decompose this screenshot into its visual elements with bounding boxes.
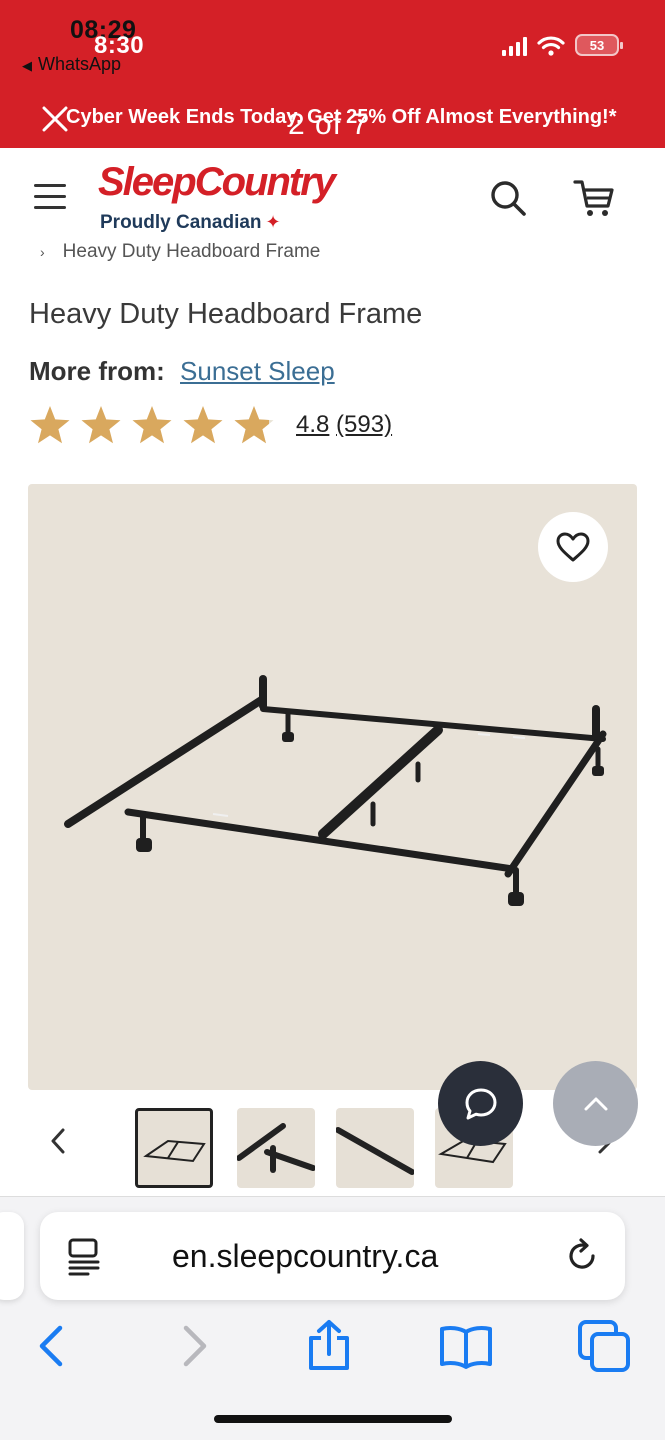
rating-value[interactable]: 4.8 bbox=[296, 411, 329, 438]
back-to-app-link[interactable]: ◀ WhatsApp bbox=[22, 54, 121, 75]
logo-tagline: Proudly Canadian ✦ bbox=[100, 212, 281, 234]
back-icon[interactable] bbox=[24, 1318, 80, 1374]
gallery-thumbnail[interactable] bbox=[135, 1108, 213, 1188]
maple-leaf-icon: ✦ bbox=[265, 212, 281, 232]
bookmarks-icon[interactable] bbox=[438, 1318, 494, 1374]
review-count[interactable]: (593) bbox=[336, 411, 392, 438]
reload-icon[interactable] bbox=[564, 1236, 600, 1274]
product-title: Heavy Duty Headboard Frame bbox=[29, 298, 423, 330]
share-icon[interactable] bbox=[301, 1318, 357, 1374]
chat-button[interactable] bbox=[438, 1061, 523, 1146]
gallery-counter: 2 of 7 bbox=[288, 108, 370, 141]
tabs-icon[interactable] bbox=[576, 1318, 632, 1374]
product-image[interactable] bbox=[28, 484, 637, 1090]
back-triangle-icon: ◀ bbox=[22, 58, 32, 73]
url-text[interactable]: en.sleepcountry.ca bbox=[172, 1238, 438, 1275]
more-from: More from: Sunset Sleep bbox=[29, 356, 335, 387]
more-from-label: More from: bbox=[29, 356, 165, 386]
battery-icon: 53 bbox=[575, 34, 623, 56]
forward-icon[interactable] bbox=[166, 1318, 222, 1374]
star-icon bbox=[30, 406, 70, 444]
wishlist-button[interactable] bbox=[538, 512, 608, 582]
scroll-to-top-button[interactable] bbox=[553, 1061, 638, 1146]
chevron-up-icon bbox=[584, 1097, 607, 1110]
gallery-thumbnail[interactable] bbox=[336, 1108, 414, 1188]
battery-level: 53 bbox=[589, 37, 605, 53]
wifi-icon bbox=[537, 36, 565, 56]
bed-frame-photo bbox=[64, 675, 607, 906]
product-rating[interactable]: 4.8 (593) bbox=[29, 404, 392, 446]
reader-mode-icon[interactable] bbox=[66, 1236, 102, 1276]
tagline-text: Proudly Canadian bbox=[100, 212, 262, 233]
star-icon bbox=[81, 406, 121, 444]
cellular-signal-icon bbox=[502, 36, 527, 56]
thumbnail-bracket-image bbox=[237, 1123, 315, 1173]
gallery-thumbnail[interactable] bbox=[237, 1108, 315, 1188]
star-icon bbox=[132, 406, 172, 444]
menu-icon[interactable] bbox=[34, 184, 66, 209]
chevron-left-icon[interactable] bbox=[44, 1124, 72, 1158]
star-icon bbox=[183, 406, 223, 444]
previous-tab-preview[interactable] bbox=[0, 1212, 24, 1300]
home-indicator bbox=[214, 1415, 452, 1423]
breadcrumb-chevron-icon: › bbox=[40, 244, 45, 260]
thumbnail-frame-image bbox=[143, 1139, 206, 1163]
breadcrumb[interactable]: › Heavy Duty Headboard Frame bbox=[40, 241, 320, 263]
rating-summary[interactable]: 4.8 (593) bbox=[296, 411, 392, 439]
status-icons: 53 bbox=[502, 34, 623, 56]
sleep-country-logo[interactable]: SleepCountry bbox=[98, 160, 336, 205]
thumbnail-rail-image bbox=[336, 1127, 414, 1175]
search-icon[interactable] bbox=[488, 178, 528, 218]
breadcrumb-current[interactable]: Heavy Duty Headboard Frame bbox=[63, 241, 321, 262]
heart-icon bbox=[556, 532, 590, 562]
chat-bubble-icon bbox=[465, 1088, 496, 1119]
star-icon bbox=[234, 406, 274, 444]
brand-link[interactable]: Sunset Sleep bbox=[180, 356, 335, 386]
back-app-label: WhatsApp bbox=[38, 54, 122, 74]
cart-icon[interactable] bbox=[572, 176, 616, 220]
